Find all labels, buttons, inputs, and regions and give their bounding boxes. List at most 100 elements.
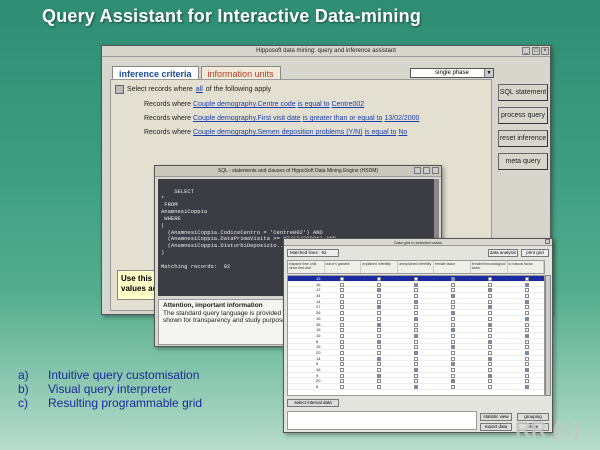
row-checkbox[interactable] bbox=[488, 339, 492, 344]
row-checkbox[interactable] bbox=[414, 322, 418, 327]
row-checkbox[interactable] bbox=[525, 350, 529, 355]
maximize-icon[interactable] bbox=[423, 167, 430, 174]
row-checkbox[interactable] bbox=[525, 339, 529, 344]
select-all-link[interactable]: all bbox=[196, 86, 203, 93]
row-checkbox[interactable] bbox=[414, 385, 418, 390]
row-checkbox[interactable] bbox=[414, 294, 418, 299]
criterion-value-link[interactable]: No bbox=[398, 129, 407, 136]
row-checkbox[interactable] bbox=[525, 356, 529, 361]
row-checkbox[interactable] bbox=[340, 311, 344, 316]
row-checkbox[interactable] bbox=[451, 362, 455, 367]
row-checkbox[interactable] bbox=[340, 339, 344, 344]
row-checkbox[interactable] bbox=[414, 311, 418, 316]
row-checkbox[interactable] bbox=[414, 277, 418, 281]
row-checkbox[interactable] bbox=[340, 373, 344, 378]
row-checkbox[interactable] bbox=[377, 362, 381, 367]
row-checkbox[interactable] bbox=[414, 368, 418, 372]
print-grid-button[interactable]: print grid bbox=[521, 249, 549, 257]
row-checkbox[interactable] bbox=[377, 368, 381, 372]
row-checkbox[interactable] bbox=[377, 350, 381, 355]
row-checkbox[interactable] bbox=[414, 362, 418, 367]
row-checkbox[interactable] bbox=[525, 316, 529, 321]
grid-header-cell[interactable]: elapsed time until since first visit bbox=[288, 261, 325, 273]
row-checkbox[interactable] bbox=[488, 350, 492, 355]
row-checkbox[interactable] bbox=[488, 362, 492, 367]
row-checkbox[interactable] bbox=[377, 328, 381, 333]
row-checkbox[interactable] bbox=[451, 288, 455, 293]
row-checkbox[interactable] bbox=[377, 356, 381, 361]
row-checkbox[interactable] bbox=[414, 373, 418, 378]
row-checkbox[interactable] bbox=[525, 322, 529, 327]
row-checkbox[interactable] bbox=[377, 294, 381, 299]
grid-header-cell[interactable]: to natural factor bbox=[508, 261, 545, 273]
row-checkbox[interactable] bbox=[414, 379, 418, 384]
row-checkbox[interactable] bbox=[488, 288, 492, 293]
row-checkbox[interactable] bbox=[525, 294, 529, 299]
row-checkbox[interactable] bbox=[377, 333, 381, 338]
row-checkbox[interactable] bbox=[340, 322, 344, 327]
row-checkbox[interactable] bbox=[451, 277, 455, 281]
row-checkbox[interactable] bbox=[488, 277, 492, 281]
row-checkbox[interactable] bbox=[488, 368, 492, 372]
chevron-down-icon[interactable]: ▼ bbox=[484, 69, 493, 77]
close-icon[interactable] bbox=[545, 239, 550, 244]
meta-query-button[interactable]: meta query bbox=[498, 153, 548, 170]
statistic-view-button[interactable]: statistic view bbox=[480, 413, 512, 421]
sql-statement-button[interactable]: SQL statement bbox=[498, 84, 548, 101]
row-checkbox[interactable] bbox=[377, 316, 381, 321]
row-checkbox[interactable] bbox=[525, 305, 529, 310]
row-checkbox[interactable] bbox=[340, 305, 344, 310]
row-checkbox[interactable] bbox=[451, 339, 455, 344]
row-checkbox[interactable] bbox=[414, 305, 418, 310]
row-checkbox[interactable] bbox=[377, 339, 381, 344]
grid-header-cell[interactable]: unexplained infertility bbox=[398, 261, 435, 273]
row-checkbox[interactable] bbox=[451, 282, 455, 287]
phase-select[interactable]: single phase ▼ bbox=[410, 68, 494, 78]
row-checkbox[interactable] bbox=[414, 350, 418, 355]
row-checkbox[interactable] bbox=[377, 305, 381, 310]
grid-notes-field[interactable] bbox=[287, 411, 477, 430]
row-checkbox[interactable] bbox=[377, 288, 381, 293]
grid-header-cell[interactable]: female factor bbox=[434, 261, 471, 273]
row-checkbox[interactable] bbox=[525, 299, 529, 304]
row-checkbox[interactable] bbox=[525, 373, 529, 378]
add-criterion-button[interactable] bbox=[115, 85, 124, 94]
row-checkbox[interactable] bbox=[488, 299, 492, 304]
row-checkbox[interactable] bbox=[340, 277, 344, 281]
row-checkbox[interactable] bbox=[377, 385, 381, 390]
row-checkbox[interactable] bbox=[414, 288, 418, 293]
criterion-field-link[interactable]: Couple demography.Centre code bbox=[193, 101, 296, 108]
row-checkbox[interactable] bbox=[488, 311, 492, 316]
criterion-value-link[interactable]: 13/02/2000 bbox=[384, 115, 419, 122]
row-checkbox[interactable] bbox=[488, 305, 492, 310]
reset-inference-button[interactable]: reset inference bbox=[498, 130, 548, 147]
row-checkbox[interactable] bbox=[451, 368, 455, 372]
row-checkbox[interactable] bbox=[377, 322, 381, 327]
row-checkbox[interactable] bbox=[451, 299, 455, 304]
row-checkbox[interactable] bbox=[414, 282, 418, 287]
row-checkbox[interactable] bbox=[340, 356, 344, 361]
row-checkbox[interactable] bbox=[340, 379, 344, 384]
row-checkbox[interactable] bbox=[451, 294, 455, 299]
data-analysis-button[interactable]: data analysis bbox=[488, 249, 518, 257]
row-checkbox[interactable] bbox=[451, 379, 455, 384]
row-checkbox[interactable] bbox=[488, 373, 492, 378]
row-checkbox[interactable] bbox=[525, 277, 529, 281]
row-checkbox[interactable] bbox=[414, 316, 418, 321]
row-checkbox[interactable] bbox=[340, 288, 344, 293]
minimize-icon[interactable]: _ bbox=[522, 47, 530, 55]
grid-header-cell[interactable]: female/immunological factor bbox=[471, 261, 508, 273]
grid-scrollbar[interactable] bbox=[545, 275, 551, 396]
table-row[interactable]: 8 bbox=[288, 384, 544, 390]
grid-header-cell[interactable]: donor's gamete bbox=[325, 261, 362, 273]
row-checkbox[interactable] bbox=[340, 345, 344, 350]
row-checkbox[interactable] bbox=[488, 333, 492, 338]
criterion-value-link[interactable]: Centre002 bbox=[331, 101, 364, 108]
row-checkbox[interactable] bbox=[377, 373, 381, 378]
row-checkbox[interactable] bbox=[525, 362, 529, 367]
criterion-field-link[interactable]: Couple demography.First visit date bbox=[193, 115, 301, 122]
row-checkbox[interactable] bbox=[414, 328, 418, 333]
row-checkbox[interactable] bbox=[451, 305, 455, 310]
row-checkbox[interactable] bbox=[340, 282, 344, 287]
row-checkbox[interactable] bbox=[488, 322, 492, 327]
